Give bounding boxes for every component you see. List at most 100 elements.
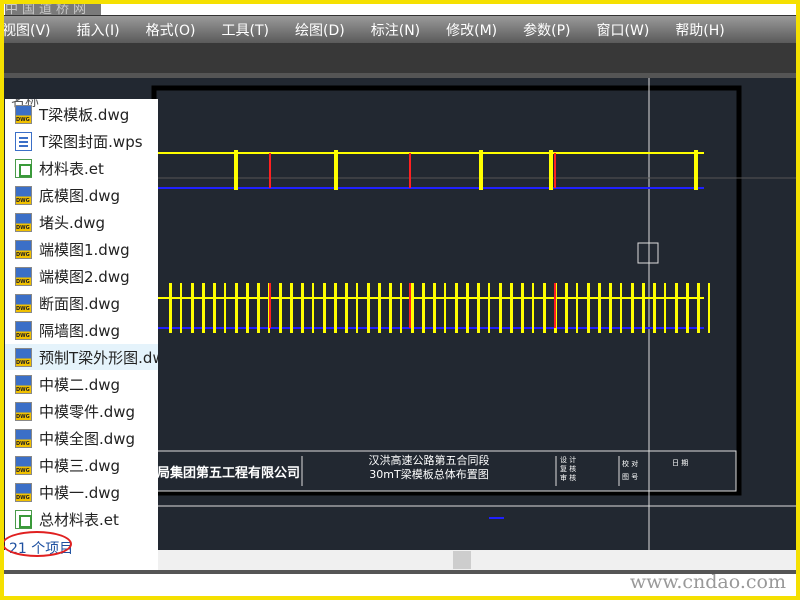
cad-member [378, 283, 381, 333]
cad-member [191, 283, 194, 333]
menu-format[interactable]: 格式(O) [146, 20, 196, 40]
cad-member [543, 283, 546, 333]
dwg-file-icon [15, 374, 32, 394]
cad-member [576, 283, 578, 333]
menu-draw[interactable]: 绘图(D) [295, 20, 345, 40]
cad-member [422, 283, 425, 333]
dwg-file-icon [15, 401, 32, 421]
file-name: 中模零件.dwg [39, 402, 136, 421]
file-item[interactable]: 隔墙图.dwg [5, 317, 158, 343]
cad-member [235, 283, 238, 333]
cad-member [290, 283, 293, 333]
cad-member [479, 150, 483, 190]
cad-member [631, 283, 634, 333]
dwg-file-icon [15, 104, 32, 124]
menu-modify[interactable]: 修改(M) [446, 20, 497, 40]
menu-dimension[interactable]: 标注(N) [371, 20, 420, 40]
file-name: 断面图.dwg [39, 294, 121, 313]
cad-member [409, 283, 411, 328]
file-item[interactable]: 端模图2.dwg [5, 263, 158, 289]
cad-member [549, 150, 553, 190]
dwg-file-icon [15, 239, 32, 259]
dwg-file-icon [15, 293, 32, 313]
file-name: 堵头.dwg [39, 213, 106, 232]
file-item[interactable]: 中模全图.dwg [5, 425, 158, 451]
drawing-name: 30mT梁模板总体布置图 [369, 468, 489, 481]
toolbar [4, 43, 796, 73]
horizontal-scrollbar[interactable] [158, 550, 796, 570]
file-name: 底模图.dwg [39, 186, 121, 205]
file-item[interactable]: 底模图.dwg [5, 182, 158, 208]
cad-member [521, 283, 524, 333]
file-item[interactable]: 材料表.et [5, 155, 158, 181]
cad-member [224, 283, 226, 333]
cad-member [367, 283, 370, 333]
menu-parameters[interactable]: 参数(P) [523, 20, 570, 40]
file-item[interactable]: 中模零件.dwg [5, 398, 158, 424]
drawing-title: 汉洪高速公路第五合同段 30mT梁模板总体布置图 [304, 454, 554, 482]
cad-member [334, 283, 337, 333]
cad-member [609, 283, 612, 333]
file-item[interactable]: 中模二.dwg [5, 371, 158, 397]
dwg-file-icon [15, 428, 32, 448]
cad-member [257, 283, 260, 333]
file-name: 预制T梁外形图.dwg [39, 348, 158, 367]
cad-member [301, 283, 304, 333]
cad-member [323, 283, 326, 333]
menu-insert[interactable]: 插入(I) [77, 20, 120, 40]
cad-member [312, 283, 314, 333]
menu-view[interactable]: 视图(V) [2, 20, 51, 40]
cad-member [554, 153, 556, 188]
file-name: 端模图1.dwg [39, 240, 130, 259]
title-block-cells-2: 校 对 图 号 [622, 458, 638, 484]
dwg-file-icon [15, 266, 32, 286]
red-highlight-circle [2, 531, 72, 557]
file-item[interactable]: 中模一.dwg [5, 479, 158, 505]
file-list-panel: 名称 T梁模板.dwgT梁图封面.wps材料表.et底模图.dwg堵头.dwg端… [5, 99, 158, 562]
cad-member [488, 283, 490, 333]
cell-audit: 审 核 [560, 474, 577, 482]
cad-member [400, 283, 402, 333]
file-item[interactable]: 中模三.dwg [5, 452, 158, 478]
cad-member [279, 283, 282, 333]
title-block-cells: 设 计 复 核 审 核 [560, 456, 576, 483]
cad-member [246, 283, 249, 333]
crosshair-cursor [637, 242, 659, 264]
file-name: 中模一.dwg [39, 483, 121, 502]
cell-drawing-no: 图 号 [622, 473, 639, 481]
cad-member [433, 283, 436, 333]
cad-member [411, 283, 414, 333]
file-item[interactable]: 端模图1.dwg [5, 236, 158, 262]
menu-tools[interactable]: 工具(T) [222, 20, 269, 40]
cad-member [675, 283, 678, 333]
file-item[interactable]: T梁模板.dwg [5, 101, 158, 127]
file-name: T梁图封面.wps [39, 132, 143, 151]
file-item[interactable]: T梁图封面.wps [5, 128, 158, 154]
cad-member [708, 283, 710, 333]
dwg-file-icon [15, 185, 32, 205]
cad-member [532, 283, 534, 333]
cad-member [664, 283, 666, 333]
cad-member [455, 283, 458, 333]
file-name: 中模全图.dwg [39, 429, 136, 448]
scrollbar-thumb[interactable] [453, 551, 471, 569]
file-item[interactable]: 堵头.dwg [5, 209, 158, 235]
cad-member [356, 283, 358, 333]
cad-member [499, 283, 502, 333]
file-item[interactable]: 断面图.dwg [5, 290, 158, 316]
project-name: 汉洪高速公路第五合同段 [368, 454, 490, 467]
dwg-file-icon [15, 482, 32, 502]
dwg-file-icon [15, 212, 32, 232]
menu-window[interactable]: 窗口(W) [597, 20, 650, 40]
menu-help[interactable]: 帮助(H) [675, 20, 724, 40]
dwg-file-icon [15, 455, 32, 475]
cad-member [697, 283, 700, 333]
site-watermark: www.cndao.com [629, 571, 786, 593]
cad-member [598, 283, 601, 333]
cad-member [466, 283, 469, 333]
cad-member [409, 153, 411, 188]
wps-file-icon [15, 131, 32, 151]
file-item[interactable]: 预制T梁外形图.dwg [5, 344, 158, 370]
menu-bar: 视图(V) 插入(I) 格式(O) 工具(T) 绘图(D) 标注(N) 修改(M… [2, 15, 796, 43]
file-item[interactable]: 总材料表.et [5, 506, 158, 532]
